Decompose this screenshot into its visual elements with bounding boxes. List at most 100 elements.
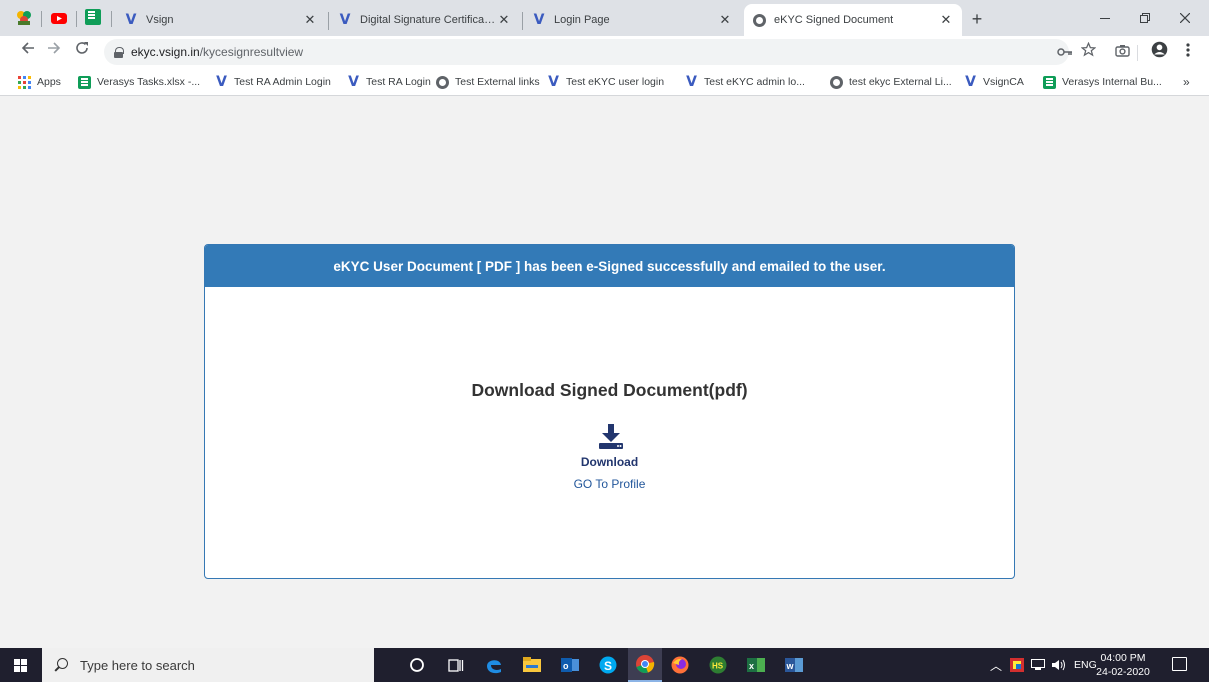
bookmark-vsignca[interactable]: V VsignCA — [964, 74, 1024, 90]
bookmark-test-ekyc-external-links[interactable]: test ekyc External Li... — [830, 74, 952, 90]
bookmark-label: Test eKYC admin lo... — [704, 76, 805, 88]
restore-icon — [1140, 13, 1150, 23]
notification-center-icon[interactable] — [1172, 657, 1187, 671]
svg-text:o: o — [563, 661, 569, 671]
bookmark-label: test ekyc External Li... — [849, 76, 952, 88]
camera-icon — [1114, 45, 1130, 57]
network-icon[interactable] — [1031, 659, 1046, 671]
result-panel: eKYC User Document [ PDF ] has been e-Si… — [204, 244, 1015, 579]
address-bar[interactable]: ekyc.vsign.in/kycesignresultview — [104, 39, 1069, 65]
restore-button[interactable] — [1125, 6, 1165, 32]
globe-icon — [830, 75, 843, 89]
clock-time: 04:00 PM — [1100, 652, 1146, 664]
star-icon — [1080, 41, 1096, 57]
bookmark-label: Test RA Admin Login — [234, 76, 331, 88]
tab-divider — [328, 12, 329, 30]
cortana-circle-icon — [410, 658, 424, 672]
windows-logo-icon — [14, 659, 27, 672]
system-tray: ︿ ENG — [990, 648, 1097, 682]
taskbar-skype[interactable]: S — [595, 652, 621, 678]
taskbar-edge[interactable] — [481, 652, 507, 678]
close-tab-icon[interactable]: ✕ — [496, 12, 512, 28]
tray-app-icon[interactable] — [1010, 658, 1025, 672]
taskbar-hs-app[interactable]: HS — [705, 652, 731, 678]
bookmark-test-ekyc-user-login[interactable]: V Test eKYC user login — [547, 74, 664, 90]
bookmarks-bar: Apps Verasys Tasks.xlsx -... V Test RA A… — [0, 68, 1209, 96]
excel-icon: x — [747, 658, 765, 672]
cortana-button[interactable] — [404, 652, 430, 678]
lock-icon — [114, 46, 124, 58]
tab-divider — [522, 12, 523, 30]
profile-button[interactable] — [1149, 41, 1169, 63]
clock-date: 24-02-2020 — [1096, 666, 1150, 678]
screenshot-extension-button[interactable] — [1112, 41, 1132, 63]
svg-text:HS: HS — [712, 662, 724, 671]
pinned-tab-youtube[interactable] — [50, 9, 68, 27]
download-icon[interactable] — [599, 424, 623, 450]
tab-digital-signature[interactable]: V Digital Signature Certificate Servi ✕ — [330, 4, 520, 36]
start-button[interactable] — [0, 648, 42, 682]
vsign-logo-icon: V — [548, 74, 559, 90]
chevron-up-icon[interactable]: ︿ — [990, 657, 1002, 674]
forward-button[interactable] — [42, 40, 66, 64]
minimize-button[interactable] — [1085, 6, 1125, 32]
bookmark-label: Verasys Tasks.xlsx -... — [97, 76, 201, 88]
taskbar-word[interactable]: w — [781, 652, 807, 678]
bookmark-test-ra-admin-login[interactable]: V Test RA Admin Login — [215, 74, 331, 90]
taskbar-firefox[interactable] — [667, 652, 693, 678]
pinned-tab-photos[interactable] — [15, 9, 33, 27]
tab-title: Vsign — [146, 14, 174, 26]
vsign-logo-icon: V — [686, 74, 697, 90]
tab-divider — [76, 11, 77, 27]
go-to-profile-link[interactable]: GO To Profile — [205, 477, 1014, 491]
task-view-icon — [448, 659, 464, 672]
word-icon: w — [785, 658, 803, 672]
tab-ekyc-signed-document[interactable]: eKYC Signed Document ✕ — [744, 4, 962, 36]
tab-login-page[interactable]: V Login Page ✕ — [524, 4, 741, 36]
tab-vsign[interactable]: V Vsign ✕ — [116, 4, 326, 36]
bookmark-test-ekyc-admin-login[interactable]: V Test eKYC admin lo... — [685, 74, 805, 90]
bookmark-test-ra-login[interactable]: V Test RA Login — [347, 74, 431, 90]
pinned-tab-sheets[interactable] — [85, 9, 103, 27]
more-bookmarks-button[interactable]: » — [1183, 74, 1190, 90]
bookmark-label: Test External links — [455, 76, 540, 88]
download-link[interactable]: Download — [205, 455, 1014, 469]
browser-menu-button[interactable] — [1178, 41, 1198, 63]
close-window-button[interactable] — [1165, 6, 1205, 32]
url-host: ekyc.vsign.in — [131, 45, 200, 59]
tab-title: eKYC Signed Document — [774, 14, 894, 26]
taskbar-file-explorer[interactable] — [519, 652, 545, 678]
close-tab-icon[interactable]: ✕ — [938, 12, 954, 28]
toolbar-divider — [1137, 45, 1138, 61]
bookmark-verasys-internal[interactable]: Verasys Internal Bu... — [1043, 74, 1162, 90]
apps-grid-icon — [18, 75, 31, 89]
taskbar-outlook[interactable]: o — [557, 652, 583, 678]
language-indicator[interactable]: ENG — [1074, 659, 1097, 671]
page-content: eKYC User Document [ PDF ] has been e-Si… — [0, 97, 1209, 648]
vsign-logo-icon: V — [533, 12, 545, 28]
taskbar-chrome[interactable] — [628, 648, 662, 682]
bookmark-verasys-tasks[interactable]: Verasys Tasks.xlsx -... — [78, 74, 200, 90]
reload-icon — [76, 42, 88, 54]
vsign-logo-icon: V — [125, 12, 137, 28]
taskbar-excel[interactable]: x — [743, 652, 769, 678]
taskbar-search-box[interactable]: Type here to search — [42, 648, 374, 682]
reload-button[interactable] — [70, 40, 94, 64]
new-tab-button[interactable]: + — [965, 8, 989, 32]
svg-text:w: w — [786, 661, 795, 671]
bookmark-star-button[interactable] — [1078, 41, 1098, 63]
tab-title: Digital Signature Certificate Servi — [360, 14, 496, 26]
more-vertical-icon — [1186, 43, 1190, 57]
bookmark-test-external-links[interactable]: Test External links — [436, 74, 540, 90]
outlook-icon: o — [561, 658, 579, 672]
close-tab-icon[interactable]: ✕ — [717, 12, 733, 28]
system-clock[interactable]: 04:00 PM 24-02-2020 — [1095, 651, 1151, 679]
close-tab-icon[interactable]: ✕ — [302, 12, 318, 28]
chrome-icon — [636, 655, 655, 674]
key-icon — [1057, 48, 1072, 56]
password-key-button[interactable] — [1055, 41, 1075, 63]
back-button[interactable] — [16, 40, 40, 64]
volume-icon[interactable] — [1052, 659, 1067, 671]
bookmark-apps[interactable]: Apps — [18, 74, 61, 90]
task-view-button[interactable] — [443, 652, 469, 678]
